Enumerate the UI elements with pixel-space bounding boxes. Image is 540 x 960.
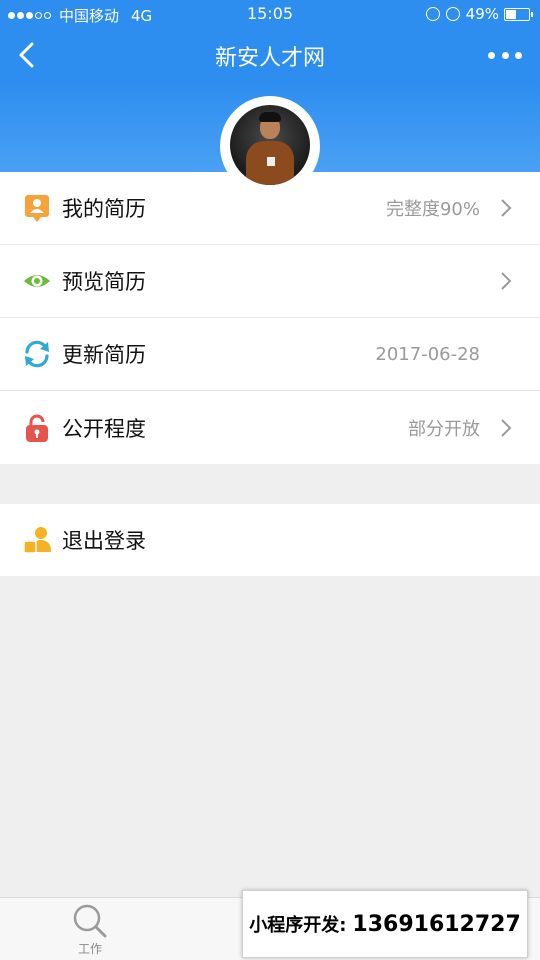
logout-label: 退出登录 <box>62 529 146 553</box>
page-title: 新安人才网 <box>214 46 325 71</box>
logout-button[interactable]: 退出登录 <box>0 504 540 576</box>
resume-completeness: 完整度90% <box>385 199 480 220</box>
status-bar: 中国移动 4G 15:05 49% <box>0 0 540 28</box>
promo-banner: 小程序开发: 13691612727 <box>242 890 528 958</box>
resume-person-icon <box>25 195 49 222</box>
refresh-icon <box>25 340 49 368</box>
nav-bar: 新安人才网 <box>0 28 540 82</box>
battery-icon <box>504 7 533 21</box>
promo-phone: 13691612727 <box>352 911 521 937</box>
menu-item-label: 预览简历 <box>62 270 146 294</box>
menu-item-preview-resume[interactable]: 预览简历 <box>0 245 540 318</box>
chevron-right-icon <box>501 272 512 290</box>
battery-percent: 49% <box>465 5 499 23</box>
logout-section: 退出登录 <box>0 504 540 576</box>
visibility-value: 部分开放 <box>408 418 480 440</box>
resume-menu: 我的简历 完整度90% 预览简历 更新简历 2017-06-28 公开程度 部分… <box>0 172 540 464</box>
chevron-right-icon <box>501 199 512 217</box>
more-dots-icon[interactable] <box>488 46 522 64</box>
chevron-right-icon <box>501 418 512 437</box>
menu-item-visibility[interactable]: 公开程度 部分开放 <box>0 391 540 464</box>
menu-item-update-resume[interactable]: 更新简历 2017-06-28 <box>0 318 540 391</box>
eye-icon <box>24 275 50 287</box>
menu-item-label: 更新简历 <box>62 343 146 367</box>
unlock-icon <box>26 414 48 442</box>
status-right: 49% <box>425 5 533 23</box>
logout-user-icon <box>23 527 51 554</box>
avatar[interactable] <box>220 96 320 196</box>
screen: 中国移动 4G 15:05 49% 新安人才网 我的简历 完整度90% 预览简历… <box>0 0 540 960</box>
avatar-photo <box>230 105 310 185</box>
tab-label: 工作 <box>77 942 102 956</box>
menu-item-label: 公开程度 <box>62 416 146 441</box>
rotation-lock-icon <box>425 7 440 21</box>
search-icon <box>73 904 107 938</box>
alarm-icon <box>445 7 460 21</box>
menu-item-label: 我的简历 <box>62 197 146 221</box>
tab-work[interactable]: 工作 <box>60 902 120 957</box>
resume-update-date: 2017-06-28 <box>375 343 480 365</box>
promo-label: 小程序开发: <box>249 915 347 936</box>
